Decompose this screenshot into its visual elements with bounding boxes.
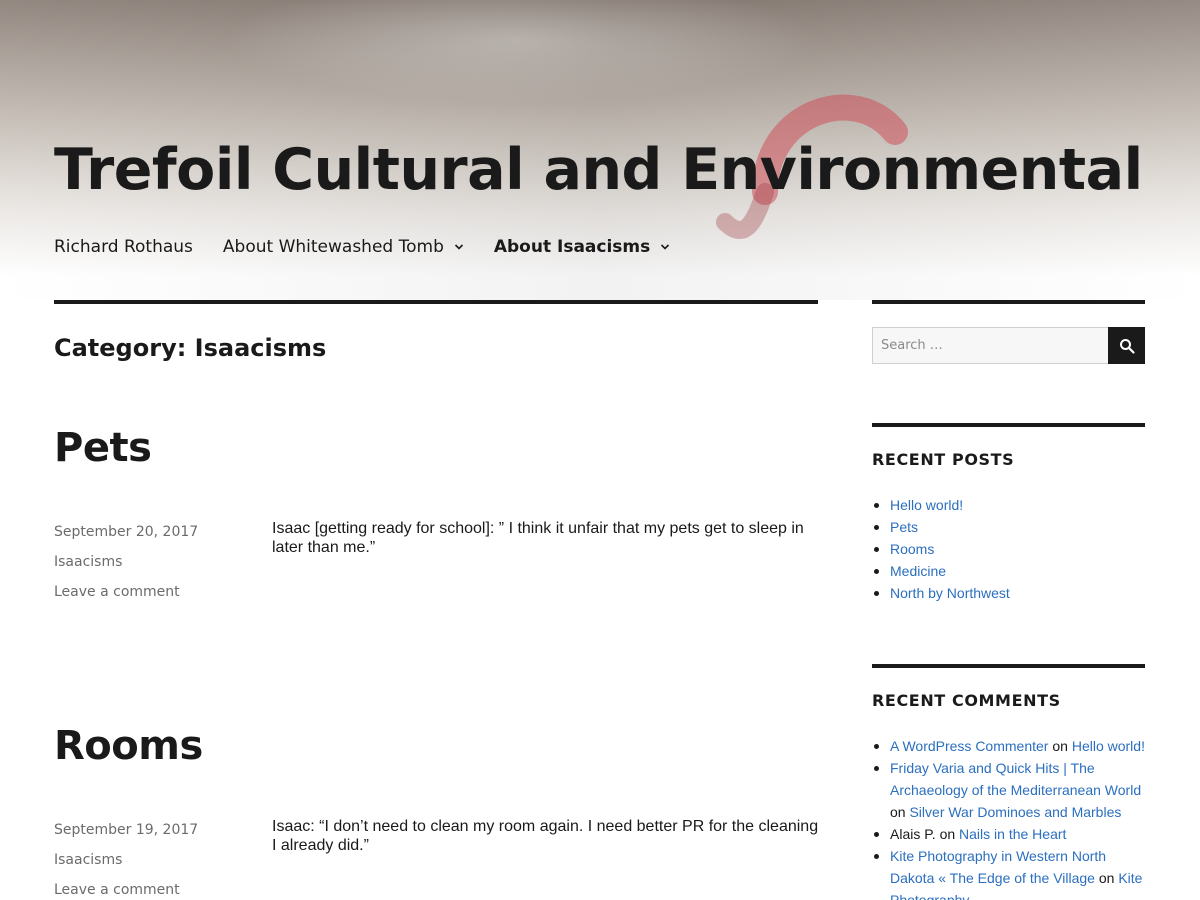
nav-item-about-isaacisms[interactable]: About Isaacisms [494, 236, 670, 258]
chevron-down-icon[interactable] [454, 242, 464, 252]
comment-on-text: on [939, 826, 956, 842]
list-item: Medicine [872, 560, 1152, 582]
nav-item-label: Richard Rothaus [54, 237, 193, 257]
search-button[interactable] [1108, 327, 1145, 364]
sidebar-divider [872, 300, 1145, 304]
list-item: Rooms [872, 538, 1152, 560]
nav-item-about-whitewashed-tomb[interactable]: About Whitewashed Tomb [223, 236, 464, 258]
post-category[interactable]: Isaacisms [54, 845, 254, 875]
post-pets: Pets September 20, 2017 Isaacisms Leave … [54, 425, 818, 625]
nav-item-label: About Isaacisms [493, 237, 651, 257]
leave-comment-link[interactable]: Leave a comment [54, 875, 254, 900]
recent-posts-title: RECENT POSTS [872, 450, 1015, 469]
comment-post-link[interactable]: Silver War Dominoes and Marbles [909, 804, 1121, 820]
list-item: Friday Varia and Quick Hits | The Archae… [872, 757, 1152, 823]
comment-post-link[interactable]: Hello world! [1072, 738, 1145, 754]
comment-on-text: on [890, 804, 906, 820]
comment-author-link[interactable]: A WordPress Commenter [890, 738, 1048, 754]
post-category[interactable]: Isaacisms [54, 547, 254, 577]
comment-author: Alais P. [890, 826, 936, 842]
page-title: Category: Isaacisms [54, 334, 327, 362]
post-date[interactable]: September 20, 2017 [54, 517, 254, 547]
list-item: North by Northwest [872, 582, 1152, 604]
comment-post-link[interactable]: Nails in the Heart [959, 826, 1066, 842]
post-meta: September 19, 2017 Isaacisms Leave a com… [54, 815, 254, 900]
recent-post-link[interactable]: North by Northwest [890, 585, 1010, 601]
primary-navigation: Richard Rothaus About Whitewashed Tomb A… [54, 236, 700, 258]
post-title[interactable]: Pets [54, 425, 818, 471]
recent-post-link[interactable]: Rooms [890, 541, 934, 557]
comment-author-link[interactable]: Friday Varia and Quick Hits | The Archae… [890, 760, 1141, 798]
search-icon [1119, 338, 1135, 354]
post-excerpt: Isaac [getting ready for school]: ” I th… [272, 520, 804, 556]
list-item: Kite Photography in Western North Dakota… [872, 845, 1152, 900]
post-meta: September 20, 2017 Isaacisms Leave a com… [54, 517, 254, 607]
comment-author-link[interactable]: Kite Photography in Western North Dakota… [890, 848, 1106, 886]
recent-comments-list: A WordPress Commenter on Hello world! Fr… [872, 735, 1152, 900]
comment-on-text: on [1052, 738, 1068, 754]
recent-posts-list: Hello world! Pets Rooms Medicine North b… [872, 494, 1152, 604]
search-input[interactable] [872, 327, 1108, 364]
recent-comments-title: RECENT COMMENTS [872, 691, 1061, 710]
comment-on-text: on [1098, 870, 1115, 886]
recent-post-link[interactable]: Pets [890, 519, 918, 535]
sidebar-divider [872, 423, 1145, 427]
search-form [872, 327, 1145, 364]
list-item: Pets [872, 516, 1152, 538]
nav-item-label: About Whitewashed Tomb [222, 237, 444, 257]
sidebar-divider [872, 664, 1145, 668]
recent-post-link[interactable]: Medicine [890, 563, 946, 579]
recent-post-link[interactable]: Hello world! [890, 497, 963, 513]
post-excerpt: Isaac: “I don’t need to clean my room ag… [272, 818, 819, 854]
site-title[interactable]: Trefoil Cultural and Environmental [54, 137, 1143, 203]
list-item: Alais P. on Nails in the Heart [872, 823, 1152, 845]
list-item: Hello world! [872, 494, 1152, 516]
nav-item-richard-rothaus[interactable]: Richard Rothaus [54, 236, 193, 258]
leave-comment-link[interactable]: Leave a comment [54, 577, 254, 607]
main-divider [54, 300, 818, 304]
chevron-down-icon[interactable] [660, 242, 670, 252]
post-title[interactable]: Rooms [54, 723, 818, 769]
post-date[interactable]: September 19, 2017 [54, 815, 254, 845]
post-rooms: Rooms September 19, 2017 Isaacisms Leave… [54, 723, 818, 900]
list-item: A WordPress Commenter on Hello world! [872, 735, 1152, 757]
